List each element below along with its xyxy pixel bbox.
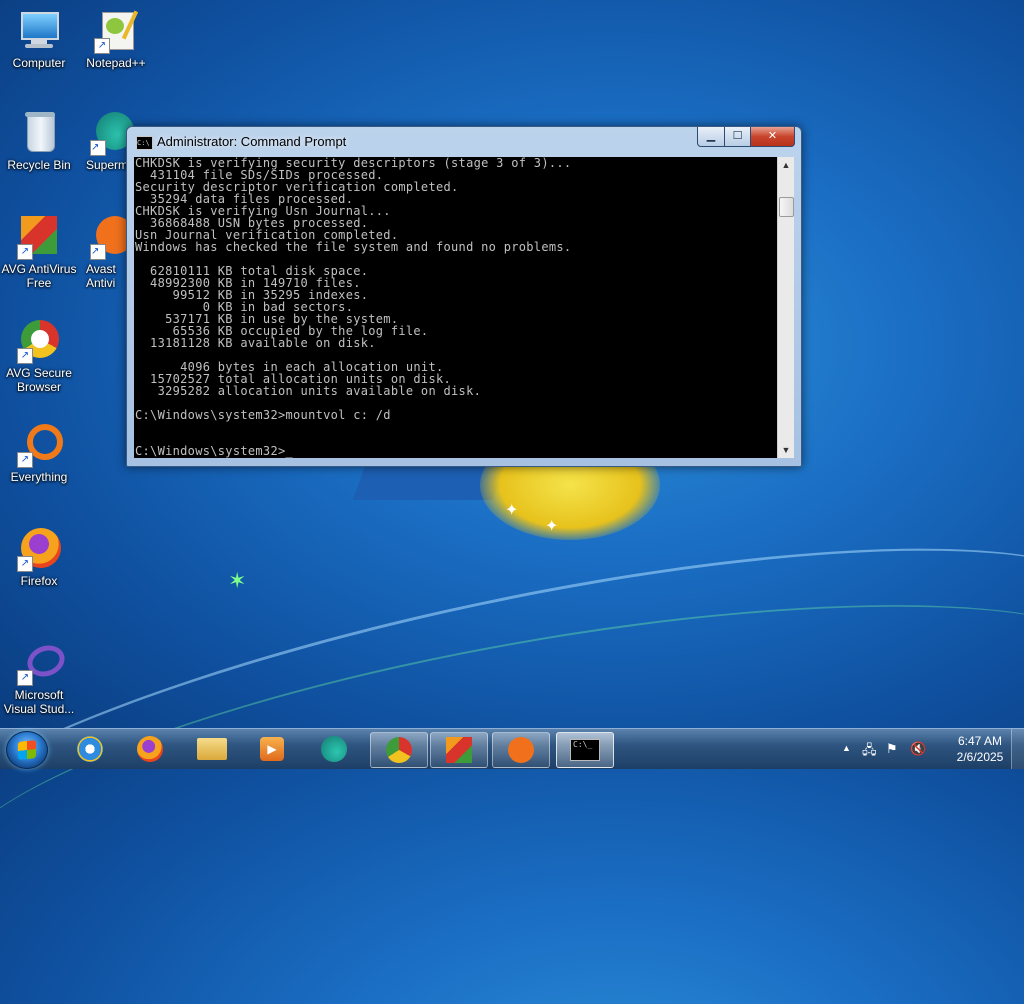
vertical-scrollbar[interactable]: ▲ ▼	[777, 157, 794, 458]
close-button[interactable]: ✕	[751, 127, 795, 147]
everything-icon: ↗	[17, 422, 63, 468]
avast-icon	[508, 737, 534, 763]
close-icon: ✕	[767, 129, 778, 142]
avg-antivirus-icon: ↗	[17, 214, 61, 260]
taskbar-item-firefox[interactable]	[122, 732, 178, 766]
clock-date: 2/6/2025	[956, 750, 1004, 764]
clock[interactable]: 6:47 AM 2/6/2025	[946, 733, 1014, 765]
firefox-icon	[137, 736, 163, 762]
notepadpp-icon: ↗	[94, 8, 139, 54]
recycle-bin-icon	[17, 110, 61, 154]
taskbar-item-avg-secure-browser[interactable]	[370, 732, 428, 768]
taskbar-item-internet-explorer[interactable]	[62, 732, 118, 766]
desktop-icon-avg-secure-browser[interactable]: ↗ AVG Secure Browser	[1, 318, 77, 394]
cmd-icon: C:\_	[570, 739, 600, 761]
taskbar-item-avg-antivirus[interactable]	[430, 732, 488, 768]
taskbar-item-avast[interactable]	[492, 732, 550, 768]
shortcut-arrow-icon: ↗	[17, 244, 33, 260]
visual-studio-icon: ↗	[17, 640, 69, 686]
system-tray: ▲ 🖧 ⚑ 🔇 6:47 AM 2/6/2025	[834, 729, 1024, 769]
sparkle-icon: ✶	[228, 568, 247, 593]
title-bar[interactable]: C:\ Administrator: Command Prompt ▁ ☐ ✕	[127, 127, 801, 157]
minimize-icon: ▁	[706, 129, 716, 142]
shortcut-arrow-icon: ↗	[90, 244, 106, 260]
avg-secure-browser-icon: ↗	[17, 318, 61, 364]
command-prompt-window[interactable]: C:\ Administrator: Command Prompt ▁ ☐ ✕ …	[126, 126, 802, 467]
taskbar: ▶ C:\_ ▲ 🖧 ⚑ 🔇 6:47 AM 2/6/2025	[0, 728, 1024, 769]
desktop-icon-recycle-bin[interactable]: Recycle Bin	[1, 110, 77, 172]
desktop-icon-label: Recycle Bin	[7, 158, 71, 172]
firefox-icon: ↗	[17, 526, 61, 572]
taskbar-item-media-player[interactable]: ▶	[244, 732, 300, 766]
shortcut-arrow-icon: ↗	[17, 556, 33, 572]
clock-time: 6:47 AM	[957, 734, 1003, 748]
scrollbar-thumb[interactable]	[779, 197, 794, 217]
desktop-icon-label: Avast Antivi	[86, 262, 116, 290]
desktop-icon-label: Firefox	[20, 574, 58, 588]
sparkle-icon: ✦	[545, 518, 559, 535]
caption-buttons: ▁ ☐ ✕	[697, 127, 795, 147]
desktop-icon-everything[interactable]: ↗ Everything	[1, 422, 77, 484]
shortcut-arrow-icon: ↗	[94, 38, 110, 54]
desktop-icon-notepadpp[interactable]: ↗ Notepad++	[78, 8, 154, 70]
show-hidden-icons-chevron[interactable]: ▲	[842, 743, 851, 753]
desktop-icon-visual-studio[interactable]: ↗ Microsoft Visual Stud...	[1, 640, 77, 716]
show-desktop-button[interactable]	[1011, 729, 1024, 769]
shortcut-arrow-icon: ↗	[90, 140, 106, 156]
desktop-icon-label: Microsoft Visual Stud...	[3, 688, 75, 716]
console-output[interactable]: CHKDSK is verifying security descriptors…	[134, 157, 777, 458]
network-icon[interactable]: 🖧	[862, 741, 877, 763]
folder-icon	[197, 738, 227, 760]
media-player-icon: ▶	[260, 737, 284, 761]
maximize-icon: ☐	[732, 129, 743, 142]
desktop-icon-computer[interactable]: Computer	[1, 8, 77, 70]
shortcut-arrow-icon: ↗	[17, 348, 33, 364]
computer-icon	[17, 8, 61, 52]
taskbar-item-command-prompt[interactable]: C:\_	[556, 732, 614, 768]
volume-muted-icon[interactable]: 🔇	[910, 741, 926, 757]
desktop-icon-label: AVG AntiVirus Free	[1, 262, 77, 290]
avg-secure-browser-icon	[386, 737, 412, 763]
window-title: Administrator: Command Prompt	[157, 134, 347, 149]
start-button[interactable]	[6, 731, 48, 769]
taskbar-item-file-explorer[interactable]	[184, 732, 240, 766]
desktop-icon-label: Everything	[10, 470, 68, 484]
desktop-icon-label: Superm	[86, 158, 129, 172]
shortcut-arrow-icon: ↗	[17, 452, 33, 468]
action-center-flag-icon[interactable]: ⚑	[886, 741, 898, 757]
shortcut-arrow-icon: ↗	[17, 670, 33, 686]
scroll-down-icon[interactable]: ▼	[778, 442, 794, 458]
maximize-button[interactable]: ☐	[725, 127, 751, 147]
desktop-icon-avg-antivirus[interactable]: ↗ AVG AntiVirus Free	[1, 214, 77, 290]
supermium-icon	[321, 736, 347, 762]
desktop-icon-label: AVG Secure Browser	[6, 366, 72, 394]
windows-logo-icon	[18, 740, 36, 760]
taskbar-item-supermium[interactable]	[306, 732, 362, 766]
avg-antivirus-icon	[446, 737, 472, 763]
scroll-up-icon[interactable]: ▲	[778, 157, 794, 173]
console-text: CHKDSK is verifying security descriptors…	[135, 157, 572, 458]
cmd-icon: C:\	[136, 136, 153, 150]
internet-explorer-icon	[77, 736, 103, 762]
minimize-button[interactable]: ▁	[697, 127, 725, 147]
desktop-icon-firefox[interactable]: ↗ Firefox	[1, 526, 77, 588]
sparkle-icon: ✦	[505, 502, 519, 519]
desktop-icon-label: Notepad++	[86, 56, 146, 70]
desktop-icon-label: Computer	[12, 56, 66, 70]
